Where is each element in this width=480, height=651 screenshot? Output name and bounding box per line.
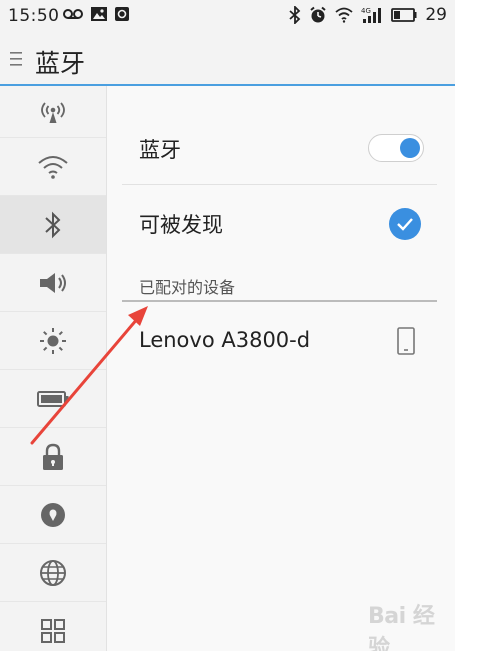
settings-sidebar xyxy=(0,86,107,651)
bluetooth-settings-panel: 蓝牙 可被发现 已配对的设备 Lenovo A3800-d xyxy=(107,86,455,651)
paired-device-row[interactable]: Lenovo A3800-d xyxy=(122,314,437,370)
title-bar: 蓝牙 xyxy=(0,34,455,86)
paired-device-name: Lenovo A3800-d xyxy=(139,328,311,352)
checkmark-icon xyxy=(397,218,413,231)
signal-4g-icon: 4G xyxy=(361,7,382,23)
sidebar-item-display[interactable] xyxy=(0,312,106,370)
bluetooth-icon xyxy=(45,211,61,238)
sidebar-item-language[interactable] xyxy=(0,544,106,602)
battery-level: 29 xyxy=(425,5,447,25)
discoverable-label: 可被发现 xyxy=(139,213,223,237)
alarm-icon xyxy=(310,6,326,23)
image-icon xyxy=(91,7,107,21)
watermark: Bai 经验 xyxy=(368,604,435,651)
voicemail-icon xyxy=(63,9,83,19)
status-bar: 15:50 4G 29 xyxy=(0,0,455,34)
paired-devices-header: 已配对的设备 xyxy=(139,278,236,297)
sidebar-item-sound[interactable] xyxy=(0,254,106,312)
speaker-icon xyxy=(40,272,66,293)
page-title: 蓝牙 xyxy=(35,49,86,78)
app-notification-icon xyxy=(115,7,129,21)
section-divider xyxy=(122,300,437,302)
location-pin-icon xyxy=(41,502,65,527)
screen: 15:50 4G 29 蓝牙 蓝牙 可被发现 已配对的设备 Lenovo A38… xyxy=(0,0,455,651)
battery-icon xyxy=(37,390,69,407)
sidebar-item-bluetooth[interactable] xyxy=(0,196,106,254)
globe-icon xyxy=(40,559,66,586)
battery-status-icon xyxy=(391,8,417,22)
svg-text:4G: 4G xyxy=(361,7,371,15)
toggle-knob xyxy=(400,138,420,158)
sidebar-item-security[interactable] xyxy=(0,428,106,486)
grid-icon xyxy=(41,618,65,643)
sidebar-item-battery[interactable] xyxy=(0,370,106,428)
hotspot-icon xyxy=(41,101,65,123)
status-left-icons xyxy=(62,6,130,22)
sidebar-item-hotspot[interactable] xyxy=(0,86,106,138)
discoverable-checkbox[interactable] xyxy=(389,208,421,240)
status-right-icons: 4G 29 xyxy=(289,5,447,25)
bluetooth-status-icon xyxy=(289,6,301,24)
sidebar-item-wifi[interactable] xyxy=(0,138,106,196)
menu-icon[interactable] xyxy=(10,50,22,68)
bluetooth-toggle[interactable] xyxy=(368,134,424,162)
wifi-icon xyxy=(38,155,68,179)
brightness-icon xyxy=(40,327,66,354)
sidebar-item-apps[interactable] xyxy=(0,602,106,651)
lock-icon xyxy=(43,443,63,470)
status-time: 15:50 xyxy=(8,6,60,26)
sidebar-item-location[interactable] xyxy=(0,486,106,544)
phone-device-icon[interactable] xyxy=(396,326,416,356)
wifi-status-icon xyxy=(335,7,353,23)
divider xyxy=(122,184,437,185)
bluetooth-label: 蓝牙 xyxy=(139,138,181,162)
